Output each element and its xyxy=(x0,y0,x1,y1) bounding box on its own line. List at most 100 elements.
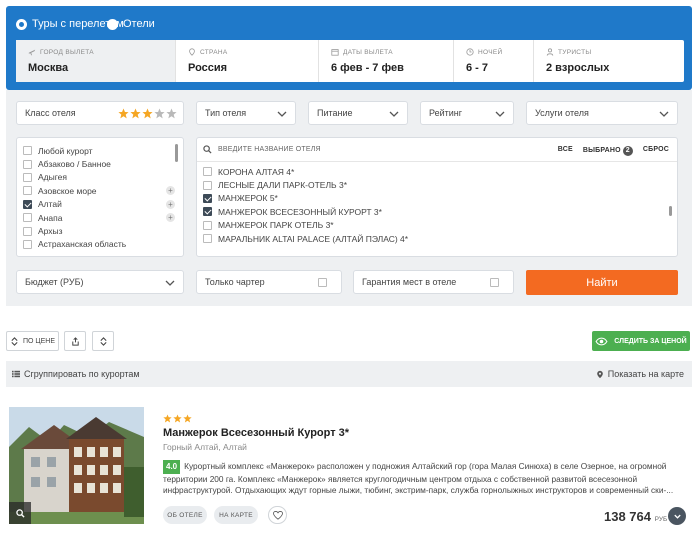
charter-only-checkbox[interactable] xyxy=(318,278,327,287)
hotel-item[interactable]: КОРОНА АЛТАЯ 4* xyxy=(203,165,677,178)
checkbox[interactable] xyxy=(23,172,32,182)
hotel-stars xyxy=(163,414,192,423)
sort-toggle-button[interactable] xyxy=(92,331,114,351)
on-map-button[interactable]: НА КАРТЕ xyxy=(214,506,258,524)
nights-label: НОЧЕЙ xyxy=(466,48,533,56)
show-on-map-label: Показать на карте xyxy=(607,369,684,379)
resort-list-scrollbar[interactable] xyxy=(175,144,178,162)
hotel-photo[interactable] xyxy=(9,407,144,524)
departure-city-label: ГОРОД ВЫЛЕТА xyxy=(28,48,175,56)
sort-by-price-button[interactable]: ПО ЦЕНЕ xyxy=(6,331,59,351)
resort-item[interactable]: Астраханская область xyxy=(23,238,183,251)
hotel-class-stars[interactable] xyxy=(118,108,177,119)
resort-item[interactable]: Архыз xyxy=(23,224,183,237)
hotel-class-dropdown[interactable]: Класс отеля xyxy=(16,101,184,125)
price-value: 138 764 xyxy=(604,509,651,524)
services-dropdown[interactable]: Услуги отеля xyxy=(526,101,678,125)
find-button[interactable]: Найти xyxy=(526,270,678,295)
hotel-description: Курортный комплекс «Манжерок» расположен… xyxy=(163,461,674,495)
hotel-list-scrollbar[interactable] xyxy=(669,206,672,216)
resort-label: Абзаково / Банное xyxy=(38,159,111,170)
search-bar: ГОРОД ВЫЛЕТА Москва СТРАНА Россия ДАТЫ В… xyxy=(16,40,684,82)
guarantee-checkbox[interactable] xyxy=(490,278,499,287)
dates-label-text: ДАТЫ ВЫЛЕТА xyxy=(343,48,393,56)
person-icon xyxy=(546,48,554,56)
checkbox[interactable] xyxy=(203,234,212,244)
expand-plus-icon[interactable]: + xyxy=(166,186,175,196)
meals-dropdown[interactable]: Питание xyxy=(308,101,408,125)
tab-selected[interactable]: ВЫБРАНО 2 xyxy=(583,146,633,156)
resort-item[interactable]: Алтай + xyxy=(23,198,183,211)
expand-plus-icon[interactable]: + xyxy=(166,213,175,223)
hotel-label: МАНЖЕРОК ПАРК ОТЕЛЬ 3* xyxy=(218,220,334,231)
resort-item[interactable]: Любой курорт xyxy=(23,144,183,157)
expand-offers-button[interactable] xyxy=(668,507,686,525)
checkbox[interactable] xyxy=(203,193,212,203)
hotel-item[interactable]: МАНЖЕРОК ПАРК ОТЕЛЬ 3* xyxy=(203,219,677,232)
checkbox[interactable] xyxy=(23,199,32,209)
about-hotel-button[interactable]: ОБ ОТЕЛЕ xyxy=(163,506,207,524)
resort-label: Алтай xyxy=(38,199,62,210)
share-button[interactable] xyxy=(64,331,86,351)
star-icon xyxy=(154,108,165,119)
hotel-item[interactable]: МАНЖЕРОК 5* xyxy=(203,192,677,205)
checkbox[interactable] xyxy=(203,180,212,190)
nights-field[interactable]: НОЧЕЙ 6 - 7 xyxy=(454,40,534,82)
tab-all[interactable]: ВСЕ xyxy=(558,146,573,156)
heart-icon xyxy=(272,510,283,520)
checkbox[interactable] xyxy=(23,159,32,169)
resort-item[interactable]: Абзаково / Банное xyxy=(23,157,183,170)
chevron-down-icon xyxy=(389,111,399,117)
resort-item[interactable]: Анапа + xyxy=(23,211,183,224)
show-on-map-link[interactable]: Показать на карте xyxy=(596,369,684,379)
resort-item[interactable]: Адыгея xyxy=(23,171,183,184)
checkbox[interactable] xyxy=(203,207,212,217)
star-icon xyxy=(130,108,141,119)
dates-field[interactable]: ДАТЫ ВЫЛЕТА 6 фев - 7 фев xyxy=(319,40,454,82)
group-by-resorts-toggle[interactable]: Сгруппировать по курортам xyxy=(12,369,140,379)
star-icon xyxy=(118,108,129,119)
chevron-down-icon xyxy=(659,111,669,117)
hotel-list: ВВЕДИТЕ НАЗВАНИЕ ОТЕЛЯ ВСЕ ВЫБРАНО 2 СБРО… xyxy=(196,137,678,257)
country-field[interactable]: СТРАНА Россия xyxy=(176,40,319,82)
filter-panel: Класс отеля Тип отеля Питание Рейтинг Ус… xyxy=(6,90,692,306)
departure-city-field[interactable]: ГОРОД ВЫЛЕТА Москва xyxy=(16,40,176,82)
radio-hotels-label: Отели xyxy=(123,18,155,30)
guarantee-toggle[interactable]: Гарантия мест в отеле xyxy=(353,270,514,294)
checkbox[interactable] xyxy=(23,226,32,236)
hotel-item[interactable]: МАРАЛЬНИК ALTAI PALACE (АЛТАЙ ПЭЛАС) 4* xyxy=(203,232,677,245)
tab-reset[interactable]: СБРОС xyxy=(643,146,669,156)
selected-count-badge: 2 xyxy=(622,146,633,156)
search-icon xyxy=(203,145,212,154)
tourists-field[interactable]: ТУРИСТЫ 2 взрослых xyxy=(534,40,684,82)
nights-label-text: НОЧЕЙ xyxy=(478,48,503,56)
resort-item[interactable]: Азовское море + xyxy=(23,184,183,197)
checkbox[interactable] xyxy=(23,213,32,223)
share-icon xyxy=(71,336,79,346)
dates-label: ДАТЫ ВЫЛЕТА xyxy=(331,48,453,56)
plane-icon xyxy=(28,49,36,56)
rating-dropdown[interactable]: Рейтинг xyxy=(420,101,514,125)
resort-label: Любой курорт xyxy=(38,145,93,156)
checkbox[interactable] xyxy=(203,220,212,230)
sort-label: ПО ЦЕНЕ xyxy=(23,337,55,345)
favorite-button[interactable] xyxy=(268,506,287,524)
hotel-search-input[interactable]: ВВЕДИТЕ НАЗВАНИЕ ОТЕЛЯ xyxy=(218,146,321,153)
checkbox[interactable] xyxy=(203,167,212,177)
resort-label: Астраханская область xyxy=(38,239,127,250)
budget-dropdown[interactable]: Бюджет (РУБ) xyxy=(16,270,184,294)
radio-hotels[interactable]: Отели xyxy=(107,18,155,30)
hotel-type-dropdown[interactable]: Тип отеля xyxy=(196,101,296,125)
hotel-title[interactable]: Манжерок Всесезонный Курорт 3* xyxy=(163,427,349,439)
track-price-button[interactable]: СЛЕДИТЬ ЗА ЦЕНОЙ xyxy=(592,331,690,351)
zoom-button[interactable] xyxy=(9,502,31,524)
checkbox[interactable] xyxy=(23,146,32,156)
departure-city-value: Москва xyxy=(28,62,69,74)
hotel-type-label: Тип отеля xyxy=(205,108,247,118)
hotel-item[interactable]: ЛЕСНЫЕ ДАЛИ ПАРК-ОТЕЛЬ 3* xyxy=(203,178,677,191)
checkbox[interactable] xyxy=(23,239,32,249)
checkbox[interactable] xyxy=(23,186,32,196)
charter-only-toggle[interactable]: Только чартер xyxy=(196,270,342,294)
hotel-item[interactable]: МАНЖЕРОК ВСЕСЕЗОННЫЙ КУРОРТ 3* xyxy=(203,205,677,218)
expand-plus-icon[interactable]: + xyxy=(166,199,175,209)
